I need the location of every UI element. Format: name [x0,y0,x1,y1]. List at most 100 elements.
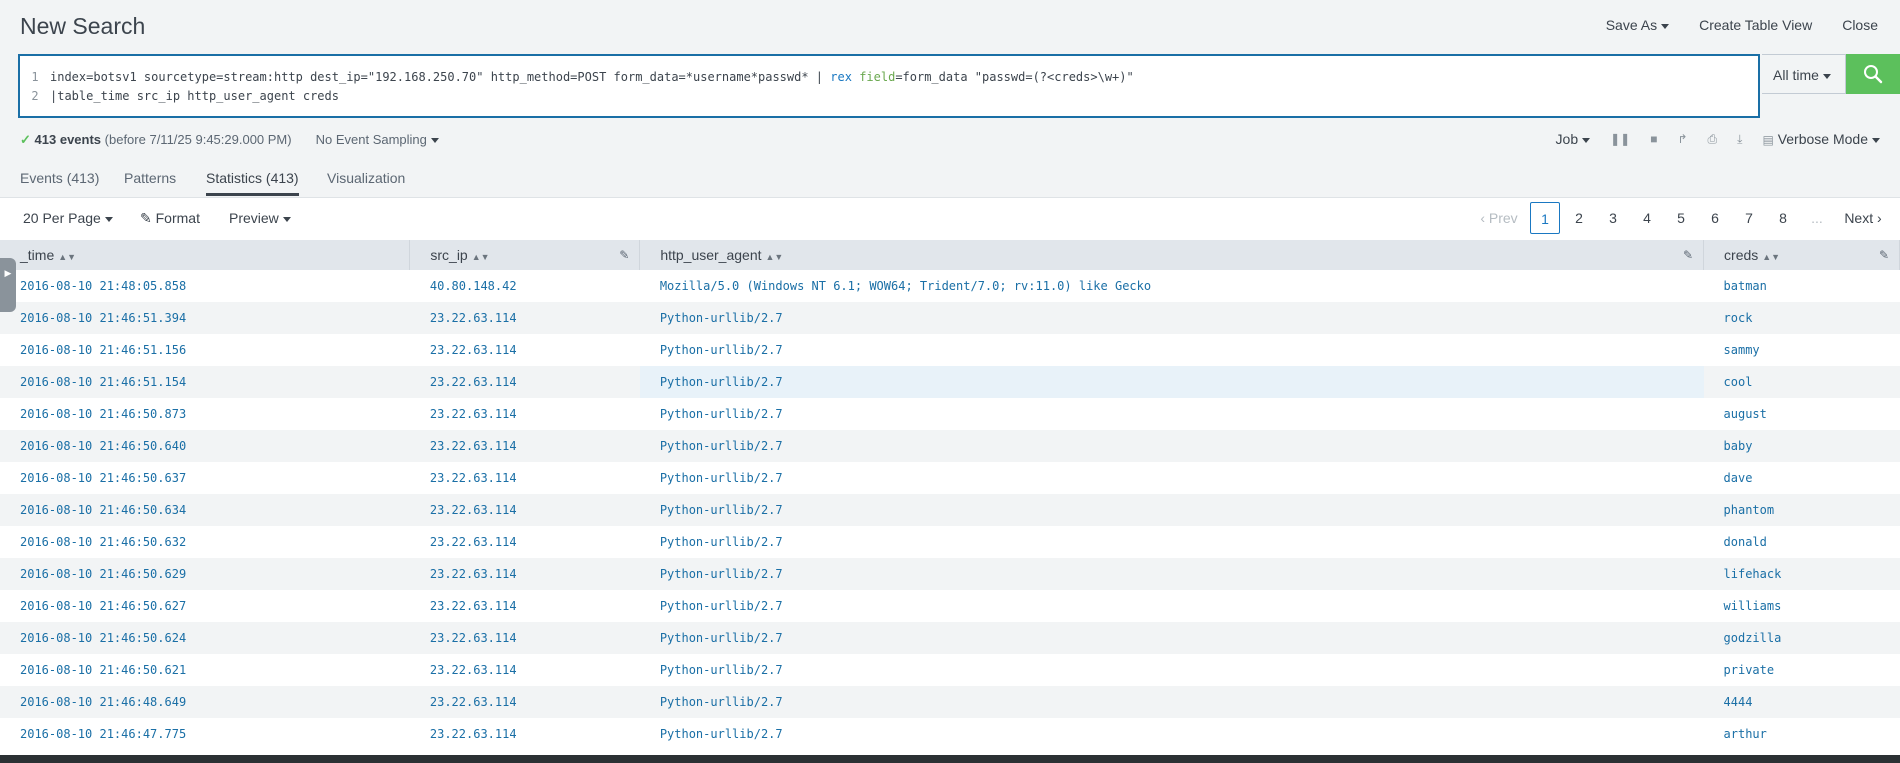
cell-creds[interactable]: baby [1703,430,1900,462]
search-mode-menu[interactable]: ▤ Verbose Mode [1762,131,1880,147]
cell-user-agent[interactable]: Python-urllib/2.7 [640,718,1704,750]
cell-src-ip[interactable]: 23.22.63.114 [409,494,640,526]
cell-time[interactable]: 2016-08-10 21:46:48.649 [0,686,410,718]
cell-user-agent[interactable]: Python-urllib/2.7 [639,302,1704,334]
cell-creds[interactable]: 4444 [1703,686,1900,718]
pencil-icon[interactable]: ✎ [619,248,629,262]
cell-user-agent[interactable]: Python-urllib/2.7 [640,334,1704,366]
cell-user-agent[interactable]: Python-urllib/2.7 [639,686,1704,718]
search-query-editor[interactable]: 1 index=botsv1 sourcetype=stream:http des… [18,54,1760,118]
cell-user-agent[interactable]: Mozilla/5.0 (Windows NT 6.1; WOW64; Trid… [640,270,1704,302]
page-button[interactable]: 1 [1530,202,1560,234]
share-icon[interactable]: ↱ [1677,132,1687,146]
save-as-menu[interactable]: Save As [1606,17,1670,33]
cell-time[interactable]: 2016-08-10 21:46:50.629 [0,558,410,590]
page-button[interactable]: 4 [1630,202,1664,234]
format-menu[interactable]: ✎ Format [140,210,200,227]
job-menu[interactable]: Job [1556,131,1591,147]
cell-time[interactable]: 2016-08-10 21:46:50.634 [0,494,410,526]
cell-src-ip[interactable]: 40.80.148.42 [410,270,640,302]
pencil-icon[interactable]: ✎ [1879,248,1889,262]
cell-creds[interactable]: dave [1704,462,1900,494]
cell-creds[interactable]: august [1704,398,1900,430]
cell-user-agent[interactable]: Python-urllib/2.7 [640,526,1704,558]
cell-user-agent[interactable]: Python-urllib/2.7 [640,398,1704,430]
cell-time[interactable]: 2016-08-10 21:48:05.858 [0,270,410,302]
page-button[interactable]: 5 [1664,202,1698,234]
column-header-user-agent[interactable]: http_user_agent ▲▼ ✎ [639,240,1705,270]
cell-creds[interactable]: phantom [1703,494,1900,526]
cell-time[interactable]: 2016-08-10 21:46:50.637 [0,462,410,494]
cell-src-ip[interactable]: 23.22.63.114 [409,558,640,590]
cell-time[interactable]: 2016-08-10 21:46:50.627 [0,590,410,622]
cell-user-agent[interactable]: Python-urllib/2.7 [639,558,1704,590]
page-button[interactable]: 3 [1596,202,1630,234]
cell-src-ip[interactable]: 23.22.63.114 [409,686,640,718]
cell-user-agent[interactable]: Python-urllib/2.7 [640,462,1704,494]
cell-src-ip[interactable]: 23.22.63.114 [410,398,640,430]
tab-visualization[interactable]: Visualization [327,170,405,186]
cell-time[interactable]: 2016-08-10 21:46:50.621 [0,654,410,686]
cell-user-agent[interactable]: Python-urllib/2.7 [640,654,1704,686]
pause-icon[interactable]: ❚❚ [1610,132,1630,146]
cell-src-ip[interactable]: 23.22.63.114 [409,302,640,334]
tab-events[interactable]: Events (413) [20,170,99,186]
cell-src-ip[interactable]: 23.22.63.114 [410,718,640,750]
time-range-picker[interactable]: All time [1762,54,1846,94]
pencil-icon[interactable]: ✎ [1683,248,1693,262]
cell-time[interactable]: 2016-08-10 21:46:50.640 [0,430,410,462]
cell-user-agent[interactable]: Python-urllib/2.7 [639,366,1704,398]
cell-user-agent[interactable]: Python-urllib/2.7 [639,430,1704,462]
cell-src-ip[interactable]: 23.22.63.114 [410,334,640,366]
cell-time[interactable]: 2016-08-10 21:46:47.775 [0,718,410,750]
cell-time[interactable]: 2016-08-10 21:46:50.624 [0,622,410,654]
tab-patterns[interactable]: Patterns [124,170,176,186]
page-button[interactable]: 6 [1698,202,1732,234]
event-sampling-menu[interactable]: No Event Sampling [316,132,439,148]
cell-creds[interactable]: godzilla [1703,622,1900,654]
page-button[interactable]: 2 [1562,202,1596,234]
cell-src-ip[interactable]: 23.22.63.114 [410,526,640,558]
column-header-creds[interactable]: creds ▲▼ ✎ [1703,240,1900,270]
cell-user-agent[interactable]: Python-urllib/2.7 [640,590,1704,622]
cell-creds[interactable]: arthur [1704,718,1900,750]
preview-menu[interactable]: Preview [229,210,291,226]
column-header-time[interactable]: _time ▲▼ [0,240,411,270]
create-table-view-link[interactable]: Create Table View [1699,17,1812,33]
print-icon[interactable]: ⎙ [1708,132,1718,147]
cell-time[interactable]: 2016-08-10 21:46:50.632 [0,526,410,558]
export-icon[interactable]: ⤓ [1737,132,1742,147]
cell-user-agent[interactable]: Python-urllib/2.7 [639,622,1704,654]
next-page-button[interactable]: Next › [1834,202,1892,234]
side-panel-handle[interactable]: ▶ [0,258,16,312]
stop-icon[interactable]: ■ [1650,132,1657,146]
cell-src-ip[interactable]: 23.22.63.114 [410,590,640,622]
search-button[interactable] [1846,54,1900,94]
cell-time[interactable]: 2016-08-10 21:46:51.154 [0,366,410,398]
close-link[interactable]: Close [1842,17,1878,33]
tab-statistics[interactable]: Statistics (413) [206,170,299,196]
cell-creds[interactable]: batman [1704,270,1900,302]
column-header-src-ip[interactable]: src_ip ▲▼ ✎ [409,240,641,270]
cell-creds[interactable]: private [1704,654,1900,686]
cell-creds[interactable]: lifehack [1703,558,1900,590]
prev-page-button[interactable]: ‹ Prev [1470,202,1528,234]
cell-creds[interactable]: williams [1704,590,1900,622]
cell-creds[interactable]: donald [1704,526,1900,558]
cell-src-ip[interactable]: 23.22.63.114 [409,622,640,654]
page-button[interactable]: 8 [1766,202,1800,234]
page-button[interactable]: 7 [1732,202,1766,234]
cell-creds[interactable]: cool [1703,366,1900,398]
cell-time[interactable]: 2016-08-10 21:46:51.394 [0,302,410,334]
cell-src-ip[interactable]: 23.22.63.114 [409,366,640,398]
per-page-menu[interactable]: 20 Per Page [23,210,113,226]
cell-creds[interactable]: sammy [1704,334,1900,366]
cell-time[interactable]: 2016-08-10 21:46:51.156 [0,334,410,366]
cell-src-ip[interactable]: 23.22.63.114 [409,430,640,462]
cell-src-ip[interactable]: 23.22.63.114 [410,654,640,686]
cell-user-agent[interactable]: Python-urllib/2.7 [639,494,1704,526]
cell-src-ip[interactable]: 23.22.63.114 [410,462,640,494]
table-row: 2016-08-10 21:46:50.629 23.22.63.114 Pytho… [0,558,1900,590]
cell-creds[interactable]: rock [1703,302,1900,334]
cell-time[interactable]: 2016-08-10 21:46:50.873 [0,398,410,430]
